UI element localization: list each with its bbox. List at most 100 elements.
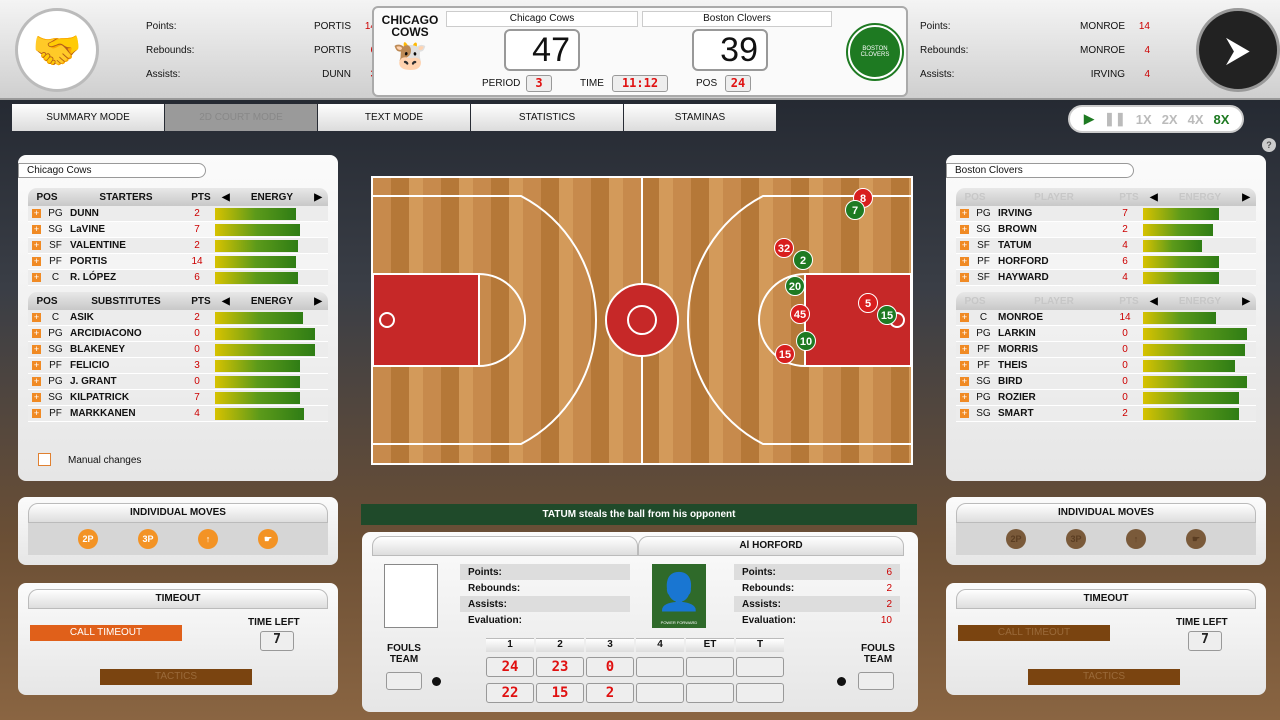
tab-staminas[interactable]: STAMINAS (624, 104, 776, 131)
plus-icon[interactable]: + (32, 377, 41, 386)
player-row[interactable]: + PG ROZIER 0 (956, 390, 1256, 406)
energy-prev-icon[interactable]: ◀ (222, 192, 230, 203)
plus-icon[interactable]: + (32, 209, 41, 218)
player-row[interactable]: + C R. LÓPEZ 6 (28, 270, 328, 286)
plus-icon[interactable]: + (960, 345, 969, 354)
player-row[interactable]: + PG DUNN 2 (28, 206, 328, 222)
plus-icon[interactable]: + (32, 225, 41, 234)
tab-statistics[interactable]: STATISTICS (471, 104, 623, 131)
home-player-marker[interactable]: 32 (774, 238, 794, 258)
plus-icon[interactable]: + (32, 313, 41, 322)
tactics-button[interactable]: TACTICS (100, 669, 252, 685)
plus-icon[interactable]: + (960, 313, 969, 322)
player-row[interactable]: + PG ARCIDIACONO 0 (28, 326, 328, 342)
continue-button[interactable]: ⮞ (1196, 8, 1280, 92)
player-row[interactable]: + PF MORRIS 0 (956, 342, 1256, 358)
play-button[interactable]: ▶ (1084, 111, 1094, 127)
energy-fill (215, 207, 297, 220)
speed-8x[interactable]: 8X (1214, 112, 1230, 127)
energy-prev-icon[interactable]: ◀ (1150, 296, 1158, 307)
manual-changes-checkbox[interactable] (38, 453, 51, 466)
plus-icon[interactable]: + (32, 273, 41, 282)
plus-icon[interactable]: + (960, 377, 969, 386)
two-point-icon[interactable]: 2P (78, 529, 98, 549)
player-row[interactable]: + PF THEIS 0 (956, 358, 1256, 374)
player-pos: PG (48, 376, 63, 387)
player-row[interactable]: + SG BROWN 2 (956, 222, 1256, 238)
energy-next-icon[interactable]: ▶ (314, 192, 322, 203)
plus-icon[interactable]: + (960, 409, 969, 418)
player-row[interactable]: + PG IRVING 7 (956, 206, 1256, 222)
player-row[interactable]: + SF TATUM 4 (956, 238, 1256, 254)
player-row[interactable]: + SG KILPATRICK 7 (28, 390, 328, 406)
player-row[interactable]: + C MONROE 14 (956, 310, 1256, 326)
speed-4x[interactable]: 4X (1188, 112, 1204, 127)
pause-button[interactable]: ❚❚ (1104, 111, 1126, 127)
player-row[interactable]: + PF HORFORD 6 (956, 254, 1256, 270)
pass-icon[interactable]: ☛ (258, 529, 278, 549)
plus-icon[interactable]: + (960, 241, 969, 250)
player-row[interactable]: + PF PORTIS 14 (28, 254, 328, 270)
player-name: KILPATRICK (70, 392, 130, 403)
energy-prev-icon[interactable]: ◀ (222, 296, 230, 307)
home-player-marker[interactable]: 15 (775, 344, 795, 364)
plus-icon[interactable]: + (32, 257, 41, 266)
plus-icon[interactable]: + (960, 361, 969, 370)
plus-icon[interactable]: + (32, 409, 41, 418)
speed-1x[interactable]: 1X (1136, 112, 1152, 127)
player-row[interactable]: + PF MARKKANEN 4 (28, 406, 328, 422)
energy-prev-icon[interactable]: ◀ (1150, 192, 1158, 203)
leader-row: Assists: IRVING 4 (920, 62, 1150, 86)
player-name: ARCIDIACONO (70, 328, 142, 339)
energy-next-icon[interactable]: ▶ (314, 296, 322, 307)
leader-name: IRVING (1090, 68, 1125, 80)
tab-text-mode[interactable]: TEXT MODE (318, 104, 470, 131)
plus-icon[interactable]: + (960, 257, 969, 266)
player-row[interactable]: + SF VALENTINE 2 (28, 238, 328, 254)
player-row[interactable]: + SG SMART 2 (956, 406, 1256, 422)
home-player-marker[interactable]: 5 (858, 293, 878, 313)
stat-value: 2 (886, 582, 892, 594)
three-point-icon[interactable]: 3P (138, 529, 158, 549)
help-icon[interactable]: ? (1262, 138, 1276, 152)
call-timeout-button[interactable]: CALL TIMEOUT (30, 625, 182, 641)
player-row[interactable]: + PG J. GRANT 0 (28, 374, 328, 390)
energy-fill (1143, 359, 1235, 372)
plus-icon[interactable]: + (960, 329, 969, 338)
away-player-marker[interactable]: 20 (785, 276, 805, 296)
plus-icon[interactable]: + (32, 345, 41, 354)
plus-icon[interactable]: + (960, 225, 969, 234)
quarter-header: T (736, 638, 784, 652)
energy-next-icon[interactable]: ▶ (1242, 296, 1250, 307)
away-player-marker[interactable]: 2 (793, 250, 813, 270)
handshake-icon: 🤝 (15, 8, 99, 92)
player-row[interactable]: + SF HAYWARD 4 (956, 270, 1256, 286)
player-pts: 7 (1122, 208, 1128, 219)
player-row[interactable]: + PG LARKIN 0 (956, 326, 1256, 342)
energy-bar (1143, 375, 1247, 388)
energy-fill (1143, 223, 1213, 236)
speed-2x[interactable]: 2X (1162, 112, 1178, 127)
player-row[interactable]: + SG BLAKENEY 0 (28, 342, 328, 358)
plus-icon[interactable]: + (32, 393, 41, 402)
plus-icon[interactable]: + (960, 273, 969, 282)
player-name: BIRD (998, 376, 1023, 387)
plus-icon[interactable]: + (32, 241, 41, 250)
tab-summary-mode[interactable]: SUMMARY MODE (12, 104, 164, 131)
player-row[interactable]: + SG LaVINE 7 (28, 222, 328, 238)
energy-next-icon[interactable]: ▶ (1242, 192, 1250, 203)
away-player-marker[interactable]: 10 (796, 331, 816, 351)
player-pts: 4 (1122, 272, 1128, 283)
plus-icon[interactable]: + (960, 393, 969, 402)
plus-icon[interactable]: + (32, 329, 41, 338)
away-player-marker[interactable]: 15 (877, 305, 897, 325)
energy-bar (215, 327, 319, 340)
drive-icon[interactable]: ↑ (198, 529, 218, 549)
player-row[interactable]: + SG BIRD 0 (956, 374, 1256, 390)
player-row[interactable]: + C ASIK 2 (28, 310, 328, 326)
plus-icon[interactable]: + (32, 361, 41, 370)
home-player-marker[interactable]: 45 (790, 304, 810, 324)
away-player-marker[interactable]: 7 (845, 200, 865, 220)
player-row[interactable]: + PF FELICIO 3 (28, 358, 328, 374)
plus-icon[interactable]: + (960, 209, 969, 218)
